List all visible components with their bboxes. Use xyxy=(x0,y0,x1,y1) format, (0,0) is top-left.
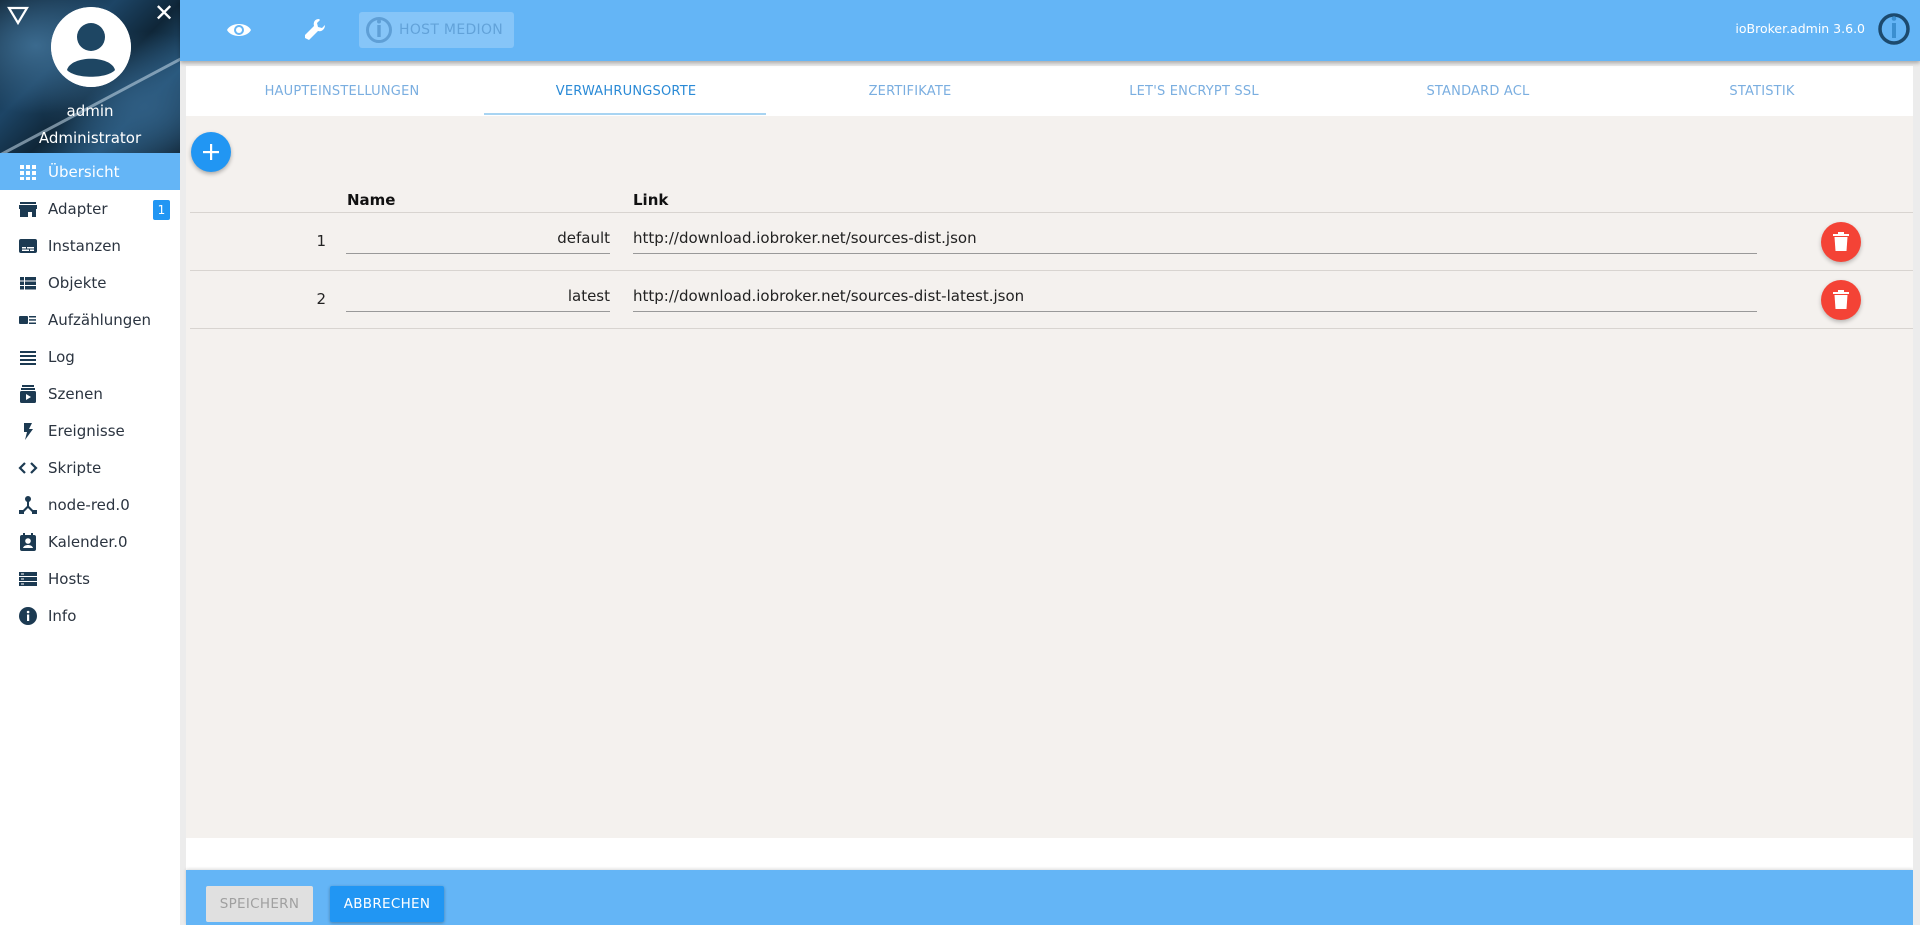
sidebar-item-objekte[interactable]: Objekte xyxy=(0,264,180,301)
tab-haupteinstellungen[interactable]: HAUPTEINSTELLUNGEN xyxy=(200,66,484,116)
row-index: 2 xyxy=(316,290,326,308)
scenes-icon xyxy=(18,384,38,404)
sidebar-item-label: Skripte xyxy=(48,458,102,477)
save-button[interactable]: SPEICHERN xyxy=(206,886,313,922)
add-repository-button[interactable] xyxy=(191,132,231,172)
iobroker-logo-icon xyxy=(366,17,392,43)
dialog-footer: SPEICHERN ABBRECHEN xyxy=(186,870,1913,925)
sidebar-item-aufzaehlungen[interactable]: Aufzählungen xyxy=(0,301,180,338)
sidebar-item-skripte[interactable]: Skripte xyxy=(0,449,180,486)
info-icon xyxy=(18,606,38,626)
user-role: Administrator xyxy=(38,129,142,147)
sidebar-item-label: Adapter xyxy=(48,199,108,218)
tab-standard-acl[interactable]: STANDARD ACL xyxy=(1336,66,1620,116)
iobroker-logo-icon[interactable] xyxy=(1877,12,1911,46)
app-bar: HOST MEDION ioBroker.admin 3.6.0 xyxy=(180,0,1920,61)
trash-icon xyxy=(1833,290,1849,309)
avatar xyxy=(51,7,131,87)
flash-icon xyxy=(18,421,38,441)
repository-link-input[interactable] xyxy=(633,223,1757,254)
row-index: 1 xyxy=(316,232,326,250)
close-icon[interactable]: ✕ xyxy=(153,1,175,25)
sidebar-item-label: Log xyxy=(48,347,75,366)
log-lines-icon xyxy=(18,347,38,367)
user-header: ✕ admin Administrator xyxy=(0,0,180,153)
host-selector-button[interactable]: HOST MEDION xyxy=(359,12,514,48)
sidebar-item-label: Szenen xyxy=(48,384,103,403)
sidebar-item-node-red[interactable]: node-red.0 xyxy=(0,486,180,523)
tab-verwahrungsorte[interactable]: VERWAHRUNGSORTE xyxy=(484,66,768,116)
sidebar-item-instanzen[interactable]: Instanzen xyxy=(0,227,180,264)
trash-icon xyxy=(1833,232,1849,251)
sidebar-nav: Übersicht Adapter 1 Instanzen Objekte Au… xyxy=(0,153,180,634)
delete-repository-button[interactable] xyxy=(1821,222,1861,262)
code-icon xyxy=(18,458,38,478)
repositories-panel: Name Link 1 2 xyxy=(186,116,1913,838)
menu-toggle-icon[interactable] xyxy=(7,5,29,26)
user-name: admin xyxy=(66,102,114,120)
active-tab-indicator xyxy=(484,113,766,115)
sidebar-item-uebersicht[interactable]: Übersicht xyxy=(0,153,180,190)
cancel-button[interactable]: ABBRECHEN xyxy=(330,886,444,922)
plus-icon xyxy=(203,144,219,160)
version-label: ioBroker.admin 3.6.0 xyxy=(1735,21,1865,36)
repository-name-input[interactable] xyxy=(346,223,610,254)
sidebar-item-label: Aufzählungen xyxy=(48,310,152,329)
tab-zertifikate[interactable]: ZERTIFIKATE xyxy=(768,66,1052,116)
node-graph-icon xyxy=(18,495,38,515)
server-icon xyxy=(18,569,38,589)
sidebar: ✕ admin Administrator Übersicht Adapter … xyxy=(0,0,180,925)
eye-icon[interactable] xyxy=(223,14,255,46)
sidebar-item-label: Instanzen xyxy=(48,236,121,255)
content-spacer xyxy=(186,838,1913,870)
sidebar-item-label: Kalender.0 xyxy=(48,532,128,551)
subtitles-icon xyxy=(18,236,38,256)
scrollbar-track xyxy=(1913,61,1920,925)
calendar-contact-icon xyxy=(18,532,38,552)
table-row: 1 xyxy=(190,213,1913,271)
sidebar-item-kalender[interactable]: Kalender.0 xyxy=(0,523,180,560)
sidebar-item-adapter[interactable]: Adapter 1 xyxy=(0,190,180,227)
table-row: 2 xyxy=(190,271,1913,329)
apps-icon xyxy=(18,162,38,182)
sidebar-item-label: node-red.0 xyxy=(48,495,130,514)
tab-lets-encrypt[interactable]: LET'S ENCRYPT SSL xyxy=(1052,66,1336,116)
sidebar-item-label: Hosts xyxy=(48,569,90,588)
repository-link-input[interactable] xyxy=(633,281,1757,312)
sidebar-item-label: Übersicht xyxy=(48,162,120,181)
tab-statistik[interactable]: STATISTIK xyxy=(1620,66,1904,116)
adapter-update-badge: 1 xyxy=(153,200,170,220)
sidebar-item-label: Objekte xyxy=(48,273,107,292)
store-icon xyxy=(18,199,38,219)
column-header-name: Name xyxy=(347,191,396,209)
sidebar-item-ereignisse[interactable]: Ereignisse xyxy=(0,412,180,449)
column-header-link: Link xyxy=(633,191,669,209)
sidebar-item-label: Ereignisse xyxy=(48,421,125,440)
sidebar-item-log[interactable]: Log xyxy=(0,338,180,375)
sidebar-item-szenen[interactable]: Szenen xyxy=(0,375,180,412)
sidebar-item-label: Info xyxy=(48,606,77,625)
main-area: HAUPTEINSTELLUNGEN VERWAHRUNGSORTE ZERTI… xyxy=(186,61,1913,925)
wrench-icon[interactable] xyxy=(299,14,331,46)
delete-repository-button[interactable] xyxy=(1821,280,1861,320)
view-list-icon xyxy=(18,273,38,293)
sidebar-item-hosts[interactable]: Hosts xyxy=(0,560,180,597)
repository-name-input[interactable] xyxy=(346,281,610,312)
host-label: HOST MEDION xyxy=(399,22,504,38)
settings-tabs: HAUPTEINSTELLUNGEN VERWAHRUNGSORTE ZERTI… xyxy=(186,66,1913,116)
sidebar-item-info[interactable]: Info xyxy=(0,597,180,634)
table-header: Name Link xyxy=(190,191,1913,213)
enum-list-icon xyxy=(18,310,38,330)
